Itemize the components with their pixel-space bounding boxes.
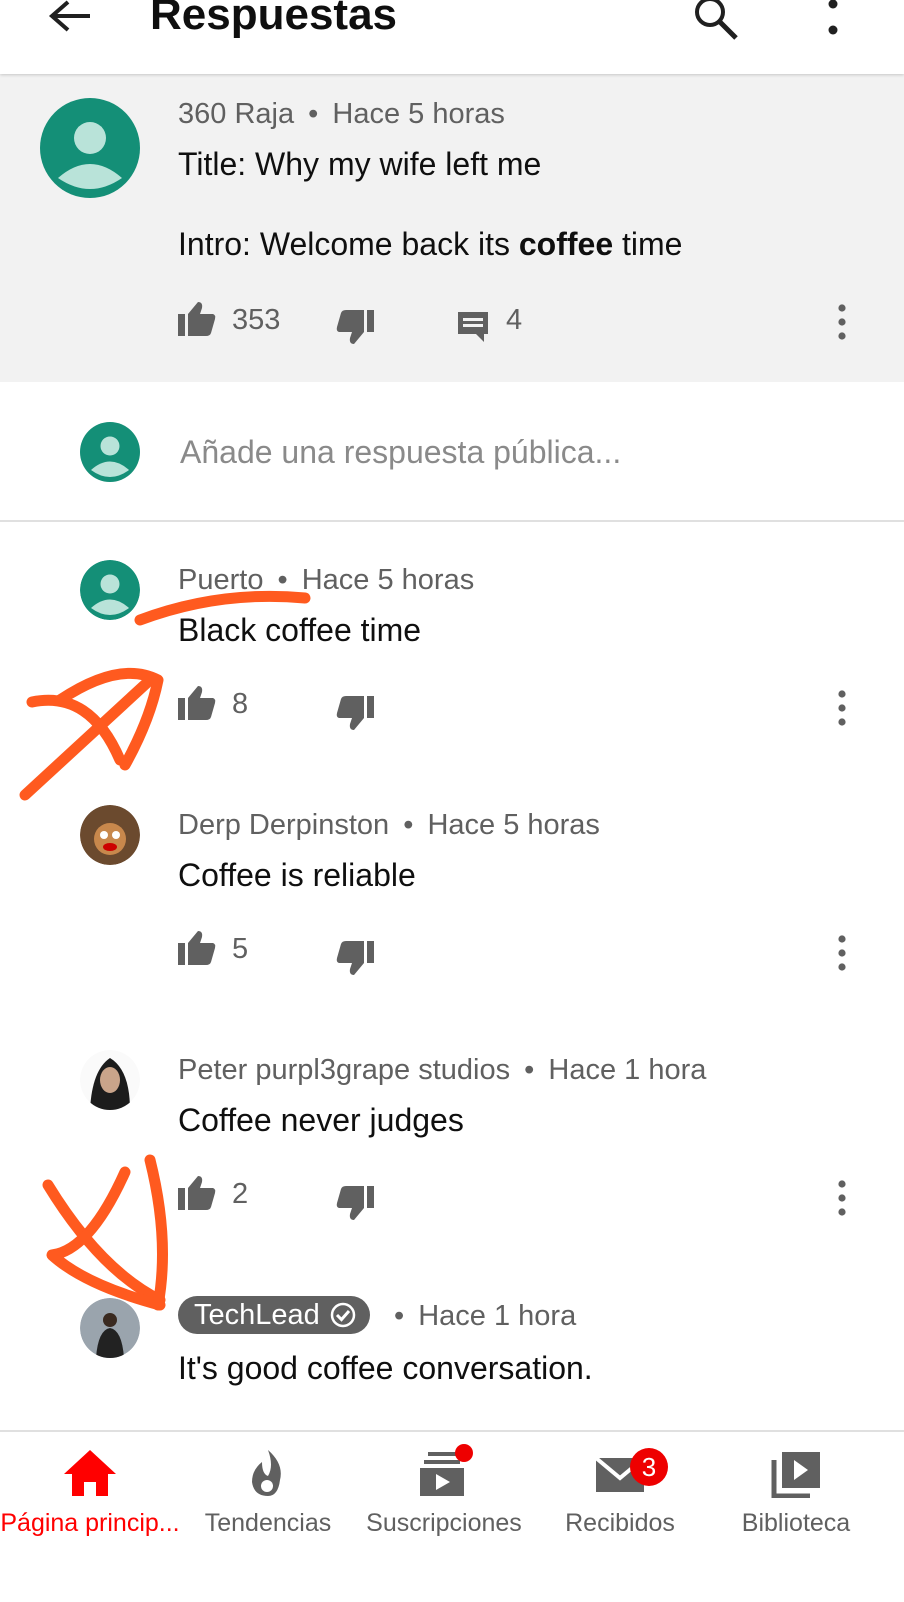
comment-text: Black coffee time [178, 612, 422, 648]
avatar[interactable] [80, 1050, 140, 1110]
page-title: Respuestas [150, 0, 398, 39]
like-count: 8 [232, 688, 249, 720]
avatar[interactable] [80, 805, 140, 865]
nav-label: Recibidos [565, 1509, 675, 1537]
thumbs-up-icon[interactable] [178, 302, 216, 336]
like-count: 353 [232, 304, 281, 336]
thumbs-down-icon[interactable] [336, 1186, 374, 1220]
verified-check-icon [330, 1302, 356, 1328]
new-content-dot [455, 1444, 473, 1462]
library-icon [771, 1452, 820, 1498]
comment-author[interactable]: Derp Derpinston [178, 809, 389, 841]
comment-meta: Puerto • Hace 5 horas [178, 564, 474, 597]
meta-separator: • [277, 564, 288, 596]
comment-text: It's good coffee conversation. [178, 1350, 593, 1386]
meta-separator: • [308, 98, 319, 130]
back-arrow-icon[interactable] [46, 0, 94, 36]
comment-author: TechLead [194, 1299, 320, 1331]
comment-meta: • Hace 1 hora [388, 1300, 576, 1333]
top-app-bar: Respuestas [0, 0, 904, 74]
avatar [80, 422, 140, 482]
like-count: 2 [232, 1178, 249, 1210]
notification-badge: 3 [630, 1448, 668, 1486]
comment-text-bold: coffee [518, 226, 614, 262]
reply-icon[interactable] [456, 310, 490, 342]
comment-text: Coffee never judges [178, 1102, 464, 1138]
more-vert-icon[interactable] [818, 0, 848, 40]
more-vert-icon[interactable] [834, 690, 850, 726]
channel-owner-badge[interactable]: TechLead [178, 1296, 370, 1334]
nav-subscriptions[interactable]: Suscripciones [354, 1432, 534, 1572]
comment-text-line1: Title: Why my wife left me [178, 146, 542, 182]
reply-comment: Puerto • Hace 5 horas Black coffee time … [0, 540, 904, 785]
comment-text-line2: Intro: Welcome back its coffee time [178, 226, 682, 263]
avatar[interactable] [80, 560, 140, 620]
nav-trending[interactable]: Tendencias [178, 1432, 358, 1572]
meta-separator: • [403, 809, 414, 841]
like-count: 5 [232, 933, 249, 965]
flame-icon [252, 1450, 281, 1496]
nav-label: Biblioteca [741, 1509, 851, 1537]
comment-meta: Derp Derpinston • Hace 5 horas [178, 809, 600, 842]
thumbs-up-icon[interactable] [178, 931, 216, 965]
reply-comment: Peter purpl3grape studios • Hace 1 hora … [0, 1030, 904, 1275]
parent-comment: 360 Raja • Hace 5 horas Title: Why my wi… [0, 74, 904, 382]
comment-time: Hace 5 horas [427, 809, 600, 841]
search-icon[interactable] [692, 0, 742, 40]
thumbs-down-icon[interactable] [336, 310, 374, 344]
thumbs-up-icon[interactable] [178, 1176, 216, 1210]
meta-separator: • [394, 1300, 405, 1332]
reply-input-row: Añade una respuesta pública... [0, 382, 904, 522]
nav-label: Tendencias [204, 1509, 332, 1537]
comment-time: Hace 1 hora [418, 1300, 577, 1332]
nav-label: Página princip... [0, 1509, 180, 1537]
nav-library[interactable]: Biblioteca [706, 1432, 886, 1572]
comment-text-prefix: Intro: Welcome back its [178, 226, 519, 262]
more-vert-icon[interactable] [834, 304, 850, 340]
bottom-navigation: Página princip... Tendencias Suscripcion… [0, 1430, 904, 1602]
comment-time: Hace 5 horas [332, 98, 505, 130]
reply-count: 4 [506, 304, 523, 336]
comment-meta: Peter purpl3grape studios • Hace 1 hora [178, 1054, 706, 1087]
nav-inbox[interactable]: Recibidos [530, 1432, 710, 1572]
meta-separator: • [524, 1054, 535, 1086]
nav-home[interactable]: Página princip... [0, 1432, 180, 1572]
nav-label: Suscripciones [366, 1509, 522, 1537]
comment-time: Hace 1 hora [548, 1054, 707, 1086]
comment-meta: 360 Raja • Hace 5 horas [178, 98, 505, 131]
comment-author[interactable]: 360 Raja [178, 98, 294, 130]
more-vert-icon[interactable] [834, 935, 850, 971]
avatar[interactable] [40, 98, 140, 198]
home-icon [64, 1450, 116, 1496]
comment-text-suffix: time [613, 226, 683, 262]
thumbs-down-icon[interactable] [336, 941, 374, 975]
more-vert-icon[interactable] [834, 1180, 850, 1216]
thumbs-down-icon[interactable] [336, 696, 374, 730]
comment-time: Hace 5 horas [301, 564, 475, 596]
reply-input[interactable]: Añade una respuesta pública... [180, 434, 621, 471]
comment-author[interactable]: Puerto [178, 564, 263, 596]
avatar[interactable] [80, 1298, 140, 1358]
comment-text: Coffee is reliable [178, 857, 416, 893]
reply-comment: Derp Derpinston • Hace 5 horas Coffee is… [0, 785, 904, 1030]
reply-comment: TechLead • Hace 1 hora It's good coffee … [0, 1278, 904, 1430]
thumbs-up-icon[interactable] [178, 686, 216, 720]
comment-author[interactable]: Peter purpl3grape studios [178, 1054, 510, 1086]
